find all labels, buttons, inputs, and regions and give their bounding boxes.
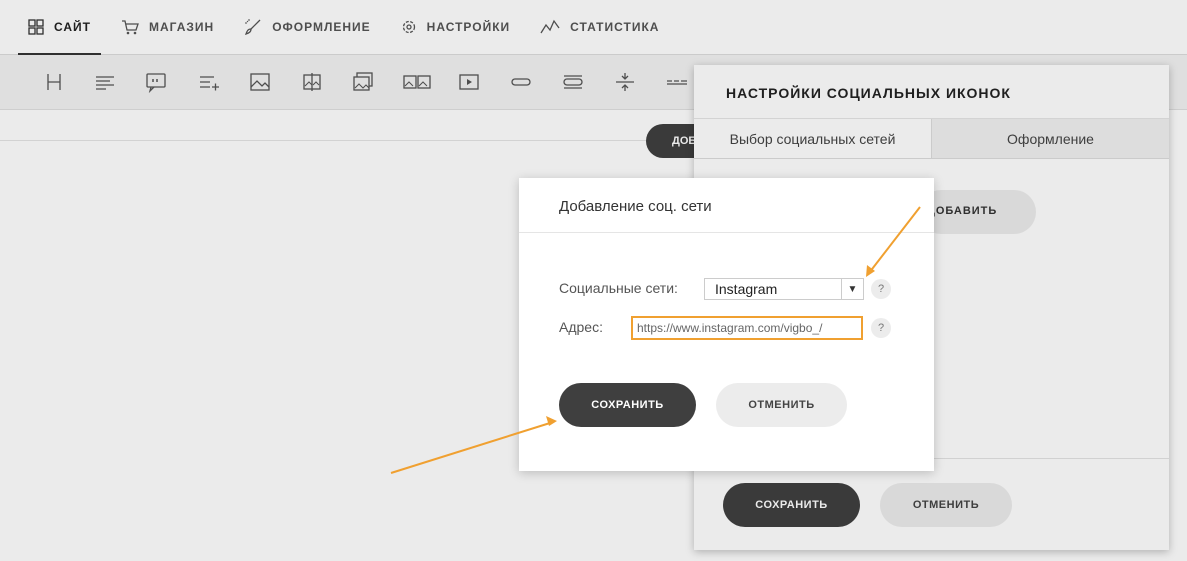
dialog-save-button[interactable]: СОХРАНИТЬ: [559, 383, 696, 427]
social-network-value: Instagram: [715, 281, 778, 297]
address-label: Адрес:: [559, 319, 603, 335]
chevron-down-icon[interactable]: ▼: [841, 279, 863, 299]
social-networks-label: Социальные сети:: [559, 280, 678, 296]
social-help-icon[interactable]: ?: [871, 279, 891, 299]
social-network-select[interactable]: Instagram ▼: [704, 278, 864, 300]
dialog-title: Добавление соц. сети: [519, 178, 934, 233]
add-social-network-dialog: Добавление соц. сети Социальные сети: In…: [519, 178, 934, 471]
dialog-cancel-button[interactable]: ОТМЕНИТЬ: [716, 383, 847, 427]
address-help-icon[interactable]: ?: [871, 318, 891, 338]
address-input[interactable]: [631, 316, 863, 340]
